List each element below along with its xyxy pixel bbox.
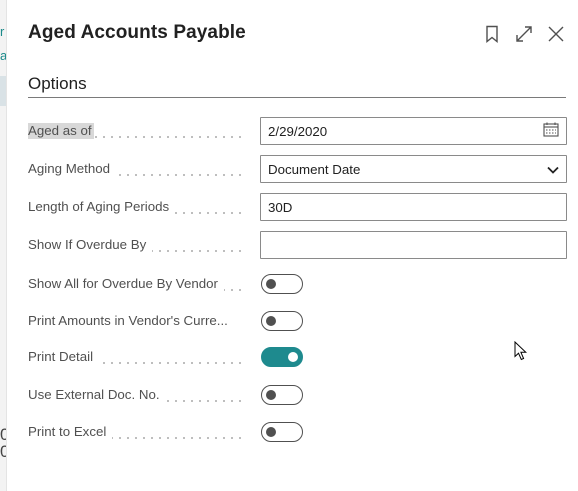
aged-as-of-input[interactable]: 2/29/2020 <box>260 117 567 145</box>
aging-method-value: Document Date <box>268 161 361 177</box>
show-all-overdue-vendor-toggle[interactable] <box>261 274 303 294</box>
use-external-doc-no-toggle[interactable] <box>261 385 303 405</box>
field-label: Use External Doc. No. <box>28 387 246 405</box>
row-use-external-doc-no: Use External Doc. No. <box>28 381 568 409</box>
row-aged-as-of: Aged as of 2/29/2020 <box>28 117 568 145</box>
print-to-excel-toggle[interactable] <box>261 422 303 442</box>
row-print-detail: Print Detail <box>28 343 568 371</box>
length-of-aging-periods-value: 30D <box>268 199 293 215</box>
row-show-if-overdue-by: Show If Overdue By <box>28 231 568 259</box>
close-icon <box>548 26 564 42</box>
aging-method-label: Aging Method <box>28 161 117 176</box>
field-label: Aging Method <box>28 161 246 179</box>
row-show-all-overdue-vendor: Show All for Overdue By Vendor <box>28 270 568 298</box>
section-divider <box>28 97 566 98</box>
row-print-amounts-vendor-currency: Print Amounts in Vendor's Curre... <box>28 307 568 335</box>
calendar-icon[interactable] <box>543 122 559 140</box>
field-label: Print to Excel <box>28 424 246 442</box>
field-label: Print Amounts in Vendor's Curre... <box>28 313 246 331</box>
mouse-pointer-icon <box>514 341 527 361</box>
bookmark-icon <box>486 25 498 43</box>
show-all-overdue-vendor-label: Show All for Overdue By Vendor <box>28 276 224 291</box>
field-label: Aged as of <box>28 123 246 141</box>
bookmark-button[interactable] <box>476 22 508 46</box>
background-text: r <box>0 24 5 39</box>
length-of-aging-periods-label: Length of Aging Periods <box>28 199 176 214</box>
print-to-excel-label: Print to Excel <box>28 424 113 439</box>
row-aging-method: Aging Method Document Date <box>28 155 568 183</box>
dialog-header-actions <box>476 22 572 46</box>
close-button[interactable] <box>540 22 572 46</box>
aged-as-of-value: 2/29/2020 <box>268 123 328 139</box>
aged-as-of-label: Aged as of <box>28 123 94 139</box>
report-request-dialog: Aged Accounts Payable Options Aged as of… <box>6 0 578 491</box>
chevron-down-icon <box>547 162 559 177</box>
field-label: Show All for Overdue By Vendor <box>28 276 246 294</box>
print-amounts-vendor-currency-label: Print Amounts in Vendor's Curre... <box>28 313 234 328</box>
row-print-to-excel: Print to Excel <box>28 418 568 446</box>
aging-method-select[interactable]: Document Date <box>260 155 567 183</box>
field-label: Length of Aging Periods <box>28 199 246 217</box>
expand-button[interactable] <box>508 22 540 46</box>
expand-icon <box>516 26 532 42</box>
print-detail-label: Print Detail <box>28 349 100 364</box>
show-if-overdue-by-label: Show If Overdue By <box>28 237 153 252</box>
print-detail-toggle[interactable] <box>261 347 303 367</box>
field-label: Print Detail <box>28 349 246 367</box>
show-if-overdue-by-input[interactable] <box>260 231 567 259</box>
dialog-title: Aged Accounts Payable <box>28 22 246 43</box>
length-of-aging-periods-input[interactable]: 30D <box>260 193 567 221</box>
row-length-of-aging-periods: Length of Aging Periods 30D <box>28 193 568 221</box>
use-external-doc-no-label: Use External Doc. No. <box>28 387 166 402</box>
print-amounts-vendor-currency-toggle[interactable] <box>261 311 303 331</box>
field-label: Show If Overdue By <box>28 237 246 255</box>
section-title-options: Options <box>28 74 87 93</box>
